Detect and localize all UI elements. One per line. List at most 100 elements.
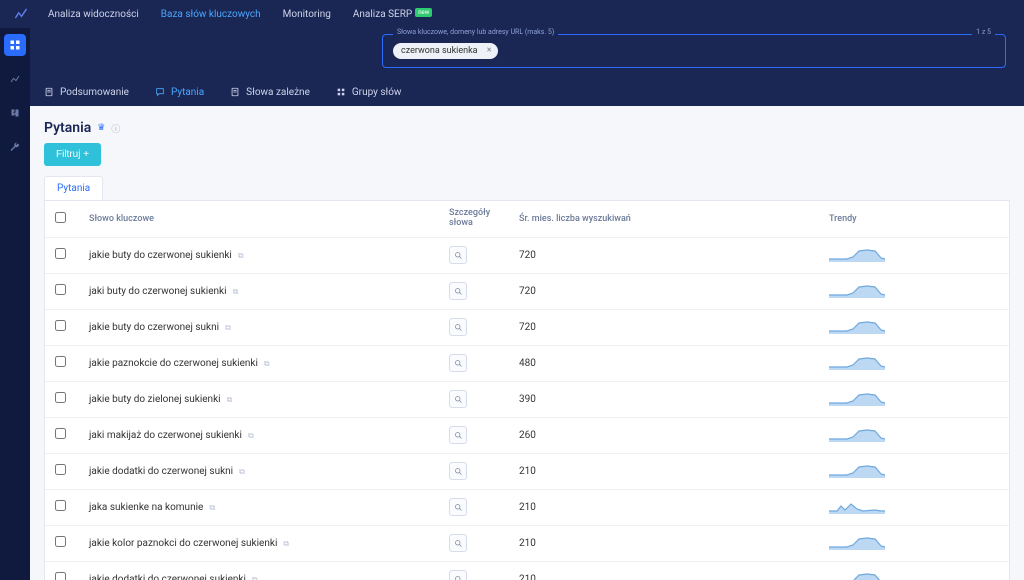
nav-serp[interactable]: Analiza SERPnew <box>353 9 432 20</box>
volume-value: 390 <box>519 394 536 405</box>
external-icon[interactable]: ⧉ <box>225 323 231 332</box>
row-checkbox[interactable] <box>55 392 66 403</box>
keyword-detail-button[interactable] <box>449 390 467 408</box>
search-chip-label: czerwona sukienka <box>401 46 478 56</box>
keyword-detail-button[interactable] <box>449 354 467 372</box>
search-row: Słowa kluczowe, domeny lub adresy URL (m… <box>30 28 1024 78</box>
volume-value: 210 <box>519 574 536 580</box>
keyword-detail-button[interactable] <box>449 318 467 336</box>
app-logo <box>12 7 30 21</box>
volume-value: 260 <box>519 430 536 441</box>
chip-remove-icon[interactable]: × <box>487 47 492 56</box>
table-row: jakie buty do czerwonej sukni ⧉ 720 <box>45 309 1009 345</box>
keyword-text[interactable]: jakie kolor paznokci do czerwonej sukien… <box>89 538 277 549</box>
subtab-summary[interactable]: Podsumowanie <box>44 87 129 98</box>
row-checkbox[interactable] <box>55 284 66 295</box>
dashboard-icon[interactable] <box>4 34 26 56</box>
trend-sparkline <box>829 534 885 550</box>
external-icon[interactable]: ⧉ <box>209 503 215 512</box>
puzzle-icon[interactable] <box>4 102 26 124</box>
sub-tabs: Podsumowanie Pytania Słowa zależne Grupy sł… <box>30 78 1024 106</box>
search-counter: 1 z 5 <box>972 28 995 36</box>
table-row: jakie kolor paznokci do czerwonej sukien… <box>45 525 1009 561</box>
info-icon[interactable]: ⓘ <box>111 122 120 135</box>
nav-monitoring[interactable]: Monitoring <box>283 9 331 20</box>
table-row: jakie paznokcie do czerwonej sukienki ⧉ 48… <box>45 345 1009 381</box>
external-icon[interactable]: ⧉ <box>233 287 239 296</box>
subtab-groups[interactable]: Grupy słów <box>336 87 402 98</box>
row-checkbox[interactable] <box>55 572 66 580</box>
nav-visibility[interactable]: Analiza widoczności <box>48 9 139 20</box>
keyword-text[interactable]: jakie buty do czerwonej sukni <box>89 322 219 333</box>
volume-value: 720 <box>519 286 536 297</box>
trend-sparkline <box>829 498 885 514</box>
content-area: Pytania ♛ ⓘ Filtruj + Pytania Słowo kluc… <box>30 106 1024 580</box>
row-checkbox[interactable] <box>55 356 66 367</box>
keyword-detail-button[interactable] <box>449 426 467 444</box>
subtab-label: Pytania <box>171 87 204 98</box>
external-icon[interactable]: ⧉ <box>248 431 254 440</box>
keyword-detail-button[interactable] <box>449 498 467 516</box>
volume-value: 720 <box>519 322 536 333</box>
col-details: Szczegóły słowa <box>439 201 499 237</box>
volume-value: 720 <box>519 250 536 261</box>
keyword-text[interactable]: jakie buty do zielonej sukienki <box>89 394 221 405</box>
keyword-text[interactable]: jaka sukienke na komunie <box>89 502 203 513</box>
row-checkbox[interactable] <box>55 428 66 439</box>
keyword-detail-button[interactable] <box>449 246 467 264</box>
external-icon[interactable]: ⧉ <box>238 251 244 260</box>
volume-value: 480 <box>519 358 536 369</box>
row-checkbox[interactable] <box>55 248 66 259</box>
subtab-questions[interactable]: Pytania <box>155 87 204 98</box>
keyword-text[interactable]: jakie dodatki do czerwonej sukni <box>89 466 233 477</box>
col-trend: Trendy <box>819 201 1009 237</box>
row-checkbox[interactable] <box>55 320 66 331</box>
keyword-detail-button[interactable] <box>449 282 467 300</box>
nav-keyword-db[interactable]: Baza słów kluczowych <box>161 9 261 20</box>
table-header-row: Słowo kluczowe Szczegóły słowa Śr. mies.… <box>45 201 1009 237</box>
table-row: jaki makijaż do czerwonej sukienki ⧉ 260 <box>45 417 1009 453</box>
volume-value: 210 <box>519 502 536 513</box>
select-all-checkbox[interactable] <box>55 212 66 223</box>
table-row: jakie dodatki do czerwonej sukni ⧉ 210 <box>45 453 1009 489</box>
external-icon[interactable]: ⧉ <box>264 359 270 368</box>
trend-sparkline <box>829 426 885 442</box>
row-checkbox[interactable] <box>55 500 66 511</box>
external-icon[interactable]: ⧉ <box>283 539 289 548</box>
col-keyword[interactable]: Słowo kluczowe <box>79 201 439 237</box>
side-rail <box>0 28 30 580</box>
table-tabstrip: Pytania <box>44 176 1010 200</box>
keyword-text[interactable]: jakie buty do czerwonej sukienki <box>89 250 232 261</box>
subtab-label: Słowa zależne <box>246 87 310 98</box>
chart-icon[interactable] <box>4 68 26 90</box>
external-icon[interactable]: ⧉ <box>227 395 233 404</box>
subtab-related[interactable]: Słowa zależne <box>230 87 310 98</box>
trend-sparkline <box>829 390 885 406</box>
trend-sparkline <box>829 282 885 298</box>
table-row: jakie buty do zielonej sukienki ⧉ 390 <box>45 381 1009 417</box>
wrench-icon[interactable] <box>4 136 26 158</box>
tab-questions[interactable]: Pytania <box>44 176 103 200</box>
filter-button[interactable]: Filtruj + <box>44 143 101 166</box>
keyword-detail-button[interactable] <box>449 462 467 480</box>
keyword-detail-button[interactable] <box>449 570 467 580</box>
row-checkbox[interactable] <box>55 464 66 475</box>
volume-value: 210 <box>519 538 536 549</box>
keyword-text[interactable]: jaki makijaż do czerwonej sukienki <box>89 430 242 441</box>
external-icon[interactable]: ⧉ <box>239 467 245 476</box>
keyword-detail-button[interactable] <box>449 534 467 552</box>
trend-sparkline <box>829 570 885 580</box>
trend-sparkline <box>829 246 885 262</box>
keyword-text[interactable]: jakie paznokcie do czerwonej sukienki <box>89 358 258 369</box>
row-checkbox[interactable] <box>55 536 66 547</box>
col-volume[interactable]: Śr. mies. liczba wyszukiwań <box>499 201 819 237</box>
keyword-text[interactable]: jakie dodatki do czerwonej sukienki <box>89 574 246 580</box>
table-row: jakie dodatki do czerwonej sukienki ⧉ 210 <box>45 561 1009 580</box>
trend-sparkline <box>829 462 885 478</box>
keyword-search-box[interactable]: Słowa kluczowe, domeny lub adresy URL (m… <box>382 34 1006 68</box>
keyword-text[interactable]: jaki buty do czerwonej sukienki <box>89 286 227 297</box>
external-icon[interactable]: ⧉ <box>252 575 258 580</box>
volume-value: 210 <box>519 466 536 477</box>
table-row: jaka sukienke na komunie ⧉ 210 <box>45 489 1009 525</box>
trend-sparkline <box>829 318 885 334</box>
